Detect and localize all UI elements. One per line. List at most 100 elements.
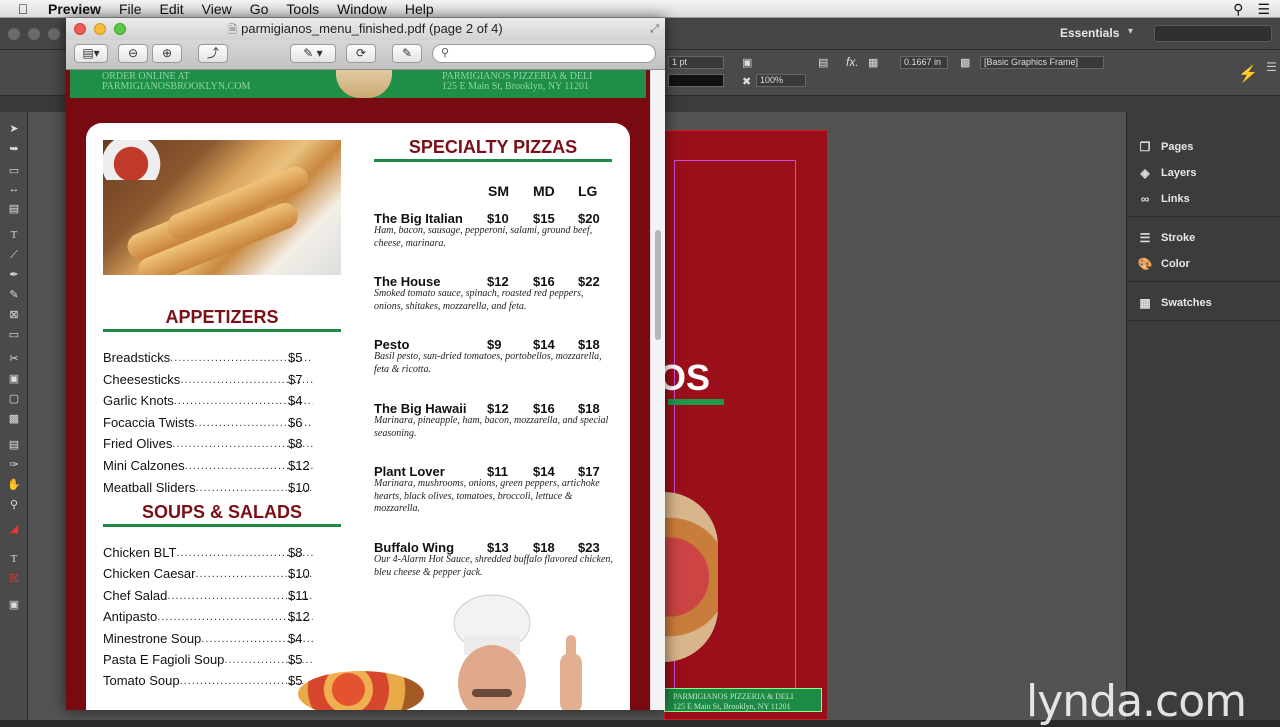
fullscreen-icon[interactable]: ⤢ bbox=[650, 18, 659, 40]
zoom-in-icon: ⊕ bbox=[161, 46, 173, 60]
size-header-md: MD bbox=[533, 183, 555, 199]
rectangle-frame-tool-icon[interactable]: ⊠ bbox=[6, 308, 22, 322]
menu-file[interactable]: File bbox=[119, 1, 142, 17]
frame-select-icon[interactable]: ▦ bbox=[868, 56, 878, 69]
pencil-tool-icon[interactable]: ✎ bbox=[6, 288, 22, 302]
line-tool-icon[interactable]: ⟋ bbox=[6, 248, 22, 262]
free-transform-tool-icon[interactable]: ▣ bbox=[6, 372, 22, 386]
annotate-button[interactable]: ✎ ▾ bbox=[290, 44, 336, 63]
menu-list-item: Antipasto...............................… bbox=[103, 609, 313, 625]
workspace-switcher[interactable]: Essentials bbox=[1060, 26, 1119, 40]
item-price: $11 bbox=[288, 587, 309, 603]
pizza-name: The Big Italian bbox=[374, 211, 463, 226]
selection-tool-icon[interactable]: ➤ bbox=[6, 122, 22, 136]
id-close-button[interactable] bbox=[8, 28, 20, 40]
gradient-swatch-tool-icon[interactable]: ▢ bbox=[6, 392, 22, 406]
panel-stroke[interactable]: ☰ Stroke bbox=[1137, 229, 1196, 247]
order-online-text: ORDER ONLINE AT PARMIGIANOSBROOKLYN.COM bbox=[102, 71, 251, 92]
zoom-button[interactable] bbox=[114, 23, 126, 35]
item-price: $4 bbox=[288, 393, 303, 409]
item-name: Chef Salad bbox=[103, 587, 168, 603]
eyedropper-tool-icon[interactable]: ✑ bbox=[6, 458, 22, 472]
layers-icon: ◈ bbox=[1140, 166, 1150, 180]
zoom-out-button[interactable]: ⊖ bbox=[118, 44, 148, 63]
scissors-tool-icon[interactable]: ✂ bbox=[6, 352, 22, 366]
stroke-weight-field[interactable]: 1 pt bbox=[668, 56, 724, 69]
pizza-description: Marinara, pineapple, ham, bacon, mozzare… bbox=[374, 415, 609, 439]
type-tool-icon[interactable]: T bbox=[6, 228, 22, 242]
scrollbar-thumb[interactable] bbox=[655, 230, 661, 340]
panel-color[interactable]: 🎨 Color bbox=[1137, 255, 1190, 273]
apply-none-icon[interactable]: ☒ bbox=[6, 572, 22, 586]
panel-divider bbox=[1127, 320, 1280, 321]
preview-window: 🗎 parmigianos_menu_finished.pdf (page 2 o… bbox=[66, 18, 665, 710]
object-style-icon[interactable]: ▩ bbox=[960, 56, 970, 69]
panel-swatches[interactable]: ▦ Swatches bbox=[1137, 294, 1211, 312]
appetizers-rule bbox=[103, 329, 341, 332]
menu-app-name[interactable]: Preview bbox=[48, 1, 101, 17]
pizza-price-md: $18 bbox=[533, 540, 555, 555]
page-tool-icon[interactable]: ▭ bbox=[6, 164, 22, 178]
pizza-description: Our 4-Alarm Hot Sauce, shredded buffalo … bbox=[374, 554, 613, 578]
menu-edit[interactable]: Edit bbox=[160, 1, 184, 17]
formatting-text-icon[interactable]: T bbox=[6, 552, 22, 566]
fx-icon[interactable]: fx. bbox=[846, 55, 859, 69]
id-search-input[interactable] bbox=[1154, 25, 1272, 42]
sidebar-view-button[interactable]: ▤▾ bbox=[74, 44, 108, 63]
object-style-field[interactable]: [Basic Graphics Frame] bbox=[980, 56, 1104, 69]
pizza-photo bbox=[298, 671, 424, 710]
chef-photo bbox=[453, 594, 582, 710]
offset-field[interactable]: 0.1667 in bbox=[900, 56, 948, 69]
minimize-button[interactable] bbox=[94, 23, 106, 35]
edit-toolbar-button[interactable]: ✎ bbox=[392, 44, 422, 63]
direct-selection-tool-icon[interactable]: ➥ bbox=[6, 142, 22, 156]
zoom-field[interactable]: 100% bbox=[756, 74, 806, 87]
id-zoom-button[interactable] bbox=[48, 28, 60, 40]
gap-tool-icon[interactable]: ↔ bbox=[6, 182, 22, 196]
panel-layers-label: Layers bbox=[1161, 167, 1197, 179]
scrollbar[interactable] bbox=[650, 70, 665, 710]
panel-pages[interactable]: ❐ Pages bbox=[1137, 138, 1194, 156]
scale-icon[interactable]: ✖ bbox=[742, 75, 751, 88]
chevron-down-icon[interactable]: ▾ bbox=[1128, 26, 1133, 37]
rectangle-tool-icon[interactable]: ▭ bbox=[6, 328, 22, 342]
rotate-button[interactable]: ⟳ bbox=[346, 44, 376, 63]
menu-tools[interactable]: Tools bbox=[286, 1, 319, 17]
panel-layers[interactable]: ◈ Layers bbox=[1137, 164, 1196, 182]
item-name: Focaccia Twists bbox=[103, 414, 195, 430]
spotlight-search-icon[interactable]: ⚲ bbox=[1233, 1, 1243, 18]
frame-fitting-icon[interactable]: ▣ bbox=[742, 56, 752, 69]
panel-links[interactable]: ∞ Links bbox=[1137, 190, 1190, 208]
item-name: Tomato Soup bbox=[103, 673, 180, 689]
align-icon[interactable]: ▤ bbox=[818, 56, 828, 69]
lightning-icon[interactable]: ⚡ bbox=[1238, 64, 1258, 84]
soups-heading: SOUPS & SALADS bbox=[141, 502, 303, 522]
pen-tool-icon[interactable]: ✒ bbox=[6, 268, 22, 282]
pdf-document-view[interactable]: ORDER ONLINE AT PARMIGIANOSBROOKLYN.COM … bbox=[66, 70, 650, 710]
close-button[interactable] bbox=[74, 23, 86, 35]
zoom-tool-icon[interactable]: ⚲ bbox=[6, 498, 22, 512]
gradient-feather-tool-icon[interactable]: ▩ bbox=[6, 412, 22, 426]
panel-menu-icon[interactable]: ☰ bbox=[1266, 60, 1277, 74]
search-input[interactable]: ⚲ bbox=[432, 44, 656, 63]
item-price: $4 bbox=[288, 630, 303, 646]
id-minimize-button[interactable] bbox=[28, 28, 40, 40]
pizza-price-lg: $18 bbox=[578, 401, 600, 416]
menu-help[interactable]: Help bbox=[405, 1, 434, 17]
menu-window[interactable]: Window bbox=[337, 1, 387, 17]
fill-stroke-icon[interactable]: ◢ bbox=[6, 522, 22, 536]
content-collector-icon[interactable]: ▤ bbox=[6, 202, 22, 216]
zoom-in-button[interactable]: ⊕ bbox=[152, 44, 182, 63]
menu-view[interactable]: View bbox=[202, 1, 232, 17]
notification-list-icon[interactable]: ☰ bbox=[1257, 1, 1270, 18]
share-button[interactable]: ⤴ bbox=[198, 44, 228, 63]
stroke-type-field[interactable] bbox=[668, 74, 724, 87]
apple-icon[interactable]:  bbox=[12, 1, 34, 17]
hand-tool-icon[interactable]: ✋ bbox=[6, 478, 22, 492]
screen-mode-icon[interactable]: ▣ bbox=[6, 598, 22, 612]
menu-go[interactable]: Go bbox=[250, 1, 269, 17]
item-name: Breadsticks bbox=[103, 350, 171, 365]
note-tool-icon[interactable]: ▤ bbox=[6, 438, 22, 452]
panel-dock: ❐ Pages ◈ Layers ∞ Links ☰ Stroke 🎨 Color ▦ Sw… bbox=[1126, 112, 1280, 720]
soups-rule bbox=[103, 524, 341, 527]
